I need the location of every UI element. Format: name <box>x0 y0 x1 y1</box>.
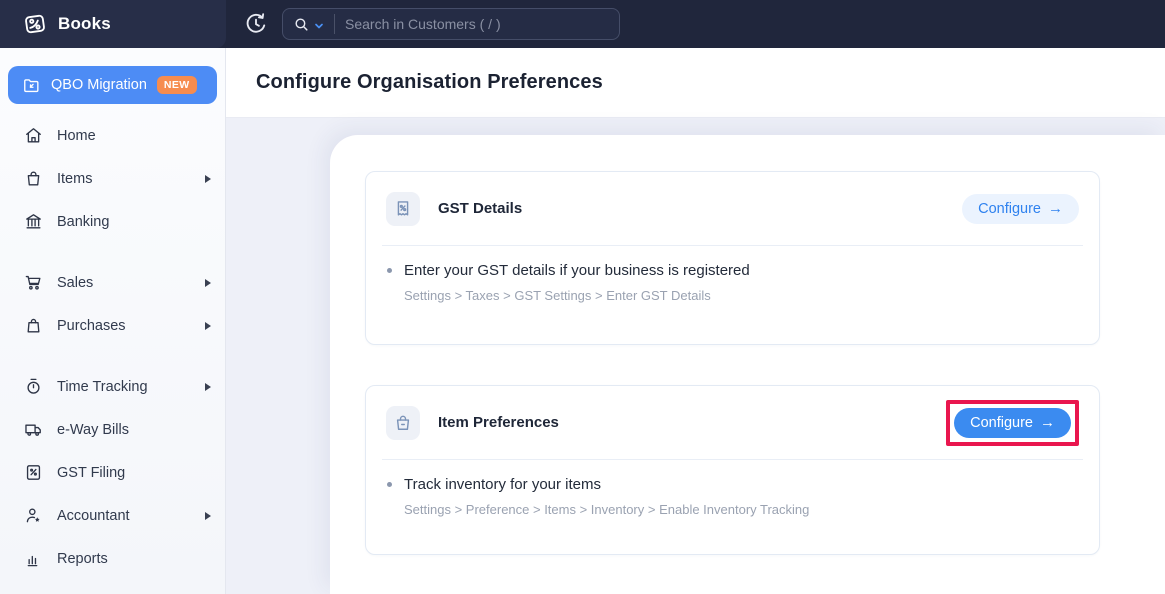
sidebar-item-label: Accountant <box>57 508 130 524</box>
brand-block[interactable]: Books <box>0 0 226 48</box>
cart-icon <box>24 273 43 292</box>
sidebar-item-label: Home <box>57 128 96 144</box>
sidebar-item-items[interactable]: Items <box>0 157 225 200</box>
search-input[interactable] <box>345 16 609 32</box>
chevron-right-icon <box>205 322 211 330</box>
card-header: Item Preferences Configure → <box>382 386 1083 460</box>
card-header: GST Details Configure → <box>382 172 1083 246</box>
recent-history-icon[interactable] <box>242 10 270 38</box>
chevron-right-icon <box>205 279 211 287</box>
sidebar-item-label: Sales <box>57 275 93 291</box>
sidebar-item-eway-bills[interactable]: e-Way Bills <box>0 408 225 451</box>
sidebar-item-purchases[interactable]: Purchases <box>0 304 225 347</box>
sidebar-item-label: Banking <box>57 214 109 230</box>
tax-doc-icon <box>24 463 43 482</box>
sidebar-item-sales[interactable]: Sales <box>0 261 225 304</box>
sidebar-item-time-tracking[interactable]: Time Tracking <box>0 365 225 408</box>
page-header: Configure Organisation Preferences <box>226 48 1165 118</box>
items-bag-icon <box>24 169 43 188</box>
settings-path: Settings > Preference > Items > Inventor… <box>404 502 1078 517</box>
button-label: Configure <box>970 415 1033 431</box>
item-bag-icon <box>386 406 420 440</box>
sidebar-item-reports[interactable]: Reports <box>0 537 225 580</box>
preferences-panel: GST Details Configure → Enter your GST d… <box>330 135 1165 594</box>
accountant-icon <box>24 506 43 525</box>
sidebar-item-accountant[interactable]: Accountant <box>0 494 225 537</box>
card-title: GST Details <box>438 200 522 217</box>
search-divider <box>334 14 335 34</box>
main-area: Configure Organisation Preferences GST D… <box>226 48 1165 594</box>
item-preferences-card: Item Preferences Configure → Track i <box>365 385 1100 555</box>
books-logo-icon <box>22 11 48 37</box>
sidebar-item-label: Reports <box>57 551 108 567</box>
brand-name: Books <box>58 14 111 34</box>
gst-receipt-icon <box>386 192 420 226</box>
card-body: Enter your GST details if your business … <box>366 246 1099 303</box>
arrow-right-icon: → <box>1048 201 1063 216</box>
chevron-down-icon[interactable] <box>313 20 325 32</box>
global-search[interactable] <box>282 8 620 40</box>
arrow-right-icon: → <box>1040 415 1055 430</box>
chevron-right-icon <box>205 175 211 183</box>
stopwatch-icon <box>24 377 43 396</box>
sidebar-item-label: Time Tracking <box>57 379 148 395</box>
content-background: GST Details Configure → Enter your GST d… <box>226 118 1165 594</box>
card-description: Track inventory for your items <box>404 476 601 493</box>
sidebar-item-label: QBO Migration <box>51 77 147 93</box>
configure-gst-button[interactable]: Configure → <box>962 194 1079 224</box>
card-description: Enter your GST details if your business … <box>404 262 750 279</box>
sidebar-item-gst-filing[interactable]: GST Filing <box>0 451 225 494</box>
search-icon <box>293 16 310 33</box>
settings-path: Settings > Taxes > GST Settings > Enter … <box>404 288 1078 303</box>
new-badge: NEW <box>157 76 197 94</box>
chevron-right-icon <box>205 512 211 520</box>
sidebar-item-label: e-Way Bills <box>57 422 129 438</box>
gst-details-card: GST Details Configure → Enter your GST d… <box>365 171 1100 345</box>
sidebar-item-label: Purchases <box>57 318 126 334</box>
top-bar: Books <box>0 0 1165 48</box>
chevron-right-icon <box>205 383 211 391</box>
truck-icon <box>24 420 43 439</box>
sidebar-item-banking[interactable]: Banking <box>0 200 225 243</box>
sidebar-item-qbo-migration[interactable]: QBO Migration NEW <box>8 66 217 104</box>
card-body: Track inventory for your items Settings … <box>366 460 1099 517</box>
bullet-dot <box>387 482 392 487</box>
bullet-dot <box>387 268 392 273</box>
bar-chart-icon <box>24 549 43 568</box>
page-title: Configure Organisation Preferences <box>256 71 603 94</box>
sidebar-item-label: GST Filing <box>57 465 125 481</box>
purchase-bag-icon <box>24 316 43 335</box>
home-icon <box>24 126 43 145</box>
sidebar: QBO Migration NEW Home Items Banking <box>0 48 226 594</box>
card-title: Item Preferences <box>438 414 559 431</box>
bank-icon <box>24 212 43 231</box>
annotation-highlight-box: Configure → <box>946 400 1079 446</box>
sidebar-item-label: Items <box>57 171 92 187</box>
sidebar-item-home[interactable]: Home <box>0 114 225 157</box>
folder-migrate-icon <box>22 76 41 95</box>
button-label: Configure <box>978 201 1041 217</box>
configure-item-preferences-button[interactable]: Configure → <box>954 408 1071 438</box>
